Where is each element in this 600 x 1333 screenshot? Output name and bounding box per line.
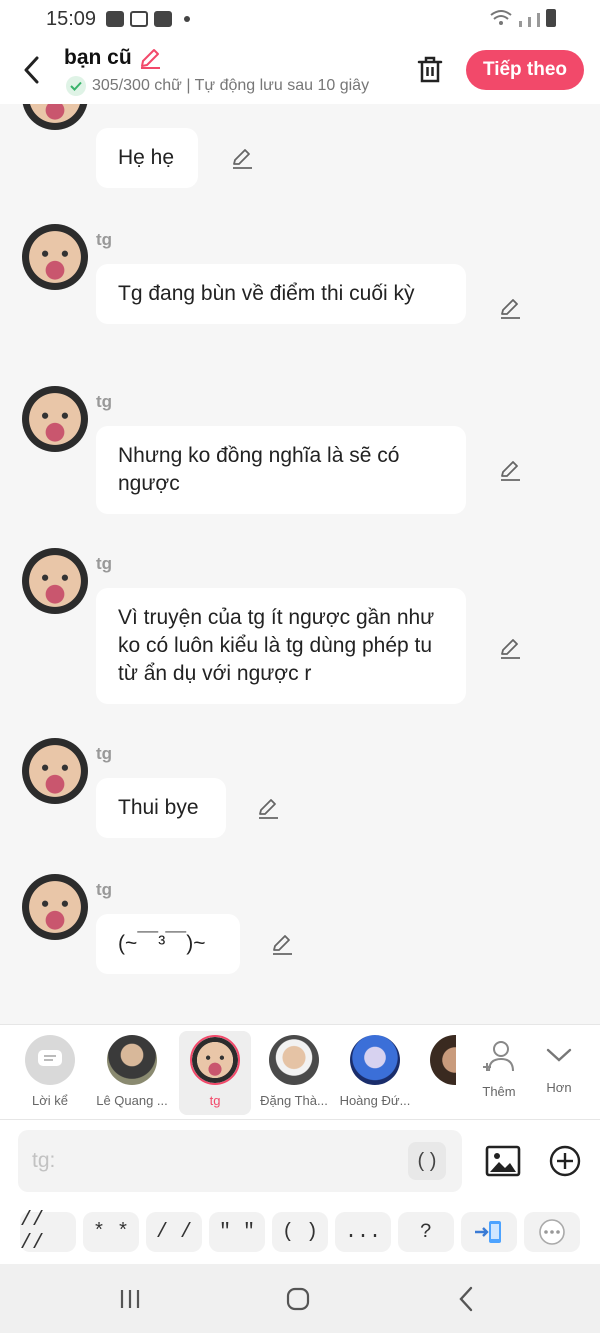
symbol-question-button[interactable]: ? xyxy=(398,1212,454,1252)
character-item[interactable]: Đặng Thà... xyxy=(258,1031,330,1115)
edit-message-icon[interactable] xyxy=(496,634,524,662)
delete-button[interactable] xyxy=(412,52,448,88)
notification-icons xyxy=(106,11,191,27)
editor-header: bạn cũ 305/300 chữ | Tự động lưu sau 10 … xyxy=(0,38,600,104)
character-narrator[interactable]: Lời kể xyxy=(14,1031,86,1115)
pencil-icon[interactable] xyxy=(138,46,162,70)
wifi-icon xyxy=(490,10,512,25)
character-name: tg xyxy=(209,1093,221,1108)
character-item[interactable]: Hoàng Đứ... xyxy=(339,1031,411,1115)
sender-name: tg xyxy=(96,554,113,573)
message-input[interactable] xyxy=(32,1142,402,1180)
status-time: 15:09 xyxy=(46,7,97,30)
avatar xyxy=(107,1035,157,1085)
character-item[interactable]: Lê Quang ... xyxy=(96,1031,168,1115)
phone-icon xyxy=(475,1221,501,1243)
home-icon xyxy=(286,1287,310,1311)
character-item-selected[interactable]: tg xyxy=(179,1031,251,1115)
avatar[interactable] xyxy=(22,738,88,804)
character-name: Lê Quang ... xyxy=(96,1093,168,1108)
avatar[interactable] xyxy=(22,548,88,614)
system-icons xyxy=(489,9,556,27)
symbol-paren-button[interactable]: ( ) xyxy=(272,1212,328,1252)
edit-message-icon[interactable] xyxy=(254,794,282,822)
sender-name: tg xyxy=(96,392,113,411)
plus-circle-icon xyxy=(549,1145,581,1177)
avatar xyxy=(269,1035,319,1085)
story-title[interactable]: bạn cũ xyxy=(64,46,162,70)
next-button[interactable]: Tiếp theo xyxy=(466,50,584,90)
signal-icon xyxy=(519,21,522,27)
more-notifications-icon xyxy=(184,16,191,22)
back-button[interactable] xyxy=(14,52,50,88)
message-bubble[interactable]: Hẹ hẹ xyxy=(96,128,198,188)
image-icon xyxy=(485,1145,521,1177)
character-item-partial[interactable] xyxy=(420,1035,456,1115)
edit-message-icon[interactable] xyxy=(228,144,256,172)
character-name: Hoàng Đứ... xyxy=(339,1093,411,1108)
character-name: Lời kể xyxy=(32,1093,68,1108)
message-bubble[interactable]: Nhưng ko đồng nghĩa là sẽ có ngược xyxy=(96,426,466,514)
capcut-notification-icon xyxy=(130,11,149,27)
edit-message-icon[interactable] xyxy=(496,456,524,484)
edit-message-icon[interactable] xyxy=(268,930,296,958)
edit-message-icon[interactable] xyxy=(496,294,524,322)
sender-name: tg xyxy=(96,744,113,763)
recent-apps-button[interactable] xyxy=(110,1282,150,1316)
symbol-double-slash-button[interactable]: // // xyxy=(20,1209,76,1255)
avatar[interactable] xyxy=(22,386,88,452)
add-character-button[interactable]: Thêm xyxy=(466,1031,532,1115)
status-bar: 15:09 xyxy=(0,0,600,38)
avatar xyxy=(430,1035,456,1085)
parentheses-button[interactable]: ( ) xyxy=(408,1142,446,1180)
avatar[interactable] xyxy=(22,104,88,130)
story-title-text: bạn cũ xyxy=(64,46,132,69)
message-input-box[interactable]: ( ) xyxy=(18,1130,462,1192)
add-character-label: Thêm xyxy=(482,1084,516,1099)
system-back-button[interactable] xyxy=(446,1282,486,1316)
trash-icon xyxy=(417,56,443,83)
phone-sticker-button[interactable] xyxy=(461,1212,517,1252)
add-button[interactable] xyxy=(546,1142,584,1180)
character-selector: Lời kể Lê Quang ... tg Đặng Thà... Hoàng… xyxy=(0,1024,600,1120)
more-characters-button[interactable]: Hơn xyxy=(526,1031,592,1115)
save-status-text: 305/300 chữ | Tự động lưu sau 10 giây xyxy=(92,77,370,94)
avatar xyxy=(350,1035,400,1085)
character-name: Đặng Thà... xyxy=(260,1093,328,1108)
system-nav-bar xyxy=(0,1264,600,1333)
symbol-ellipsis-button[interactable]: ... xyxy=(335,1212,391,1252)
avatar[interactable] xyxy=(22,874,88,940)
symbol-slash-button[interactable]: / / xyxy=(146,1212,202,1252)
composer: ( ) xyxy=(0,1120,600,1202)
sender-name: tg xyxy=(96,230,113,249)
symbol-asterisk-button[interactable]: * * xyxy=(83,1212,139,1252)
recent-apps-icon xyxy=(120,1290,140,1308)
message-bubble[interactable]: Thui bye xyxy=(96,778,226,838)
chevron-down-icon xyxy=(546,1048,572,1062)
check-icon xyxy=(66,76,86,96)
chat-area[interactable]: tg Hẹ hẹ tg Tg đang bùn về điểm thi cuối… xyxy=(0,104,600,1024)
avatar xyxy=(190,1035,240,1085)
save-status: 305/300 chữ | Tự động lưu sau 10 giây xyxy=(66,76,396,96)
back-arrow-icon xyxy=(459,1286,473,1312)
chevron-left-icon xyxy=(24,56,39,84)
more-dots-icon xyxy=(539,1219,565,1245)
message-bubble[interactable]: Tg đang bùn về điểm thi cuối kỳ xyxy=(96,264,466,324)
home-button[interactable] xyxy=(278,1282,318,1316)
message-bubble[interactable]: Vì truyện của tg ít ngược gần như ko có … xyxy=(96,588,466,704)
sender-name: tg xyxy=(96,880,113,899)
symbol-shortcuts: // // * * / / " " ( ) ... ? xyxy=(0,1202,600,1264)
avatar[interactable] xyxy=(22,224,88,290)
gallery-notification-icon xyxy=(106,11,125,27)
insert-image-button[interactable] xyxy=(484,1142,522,1180)
more-characters-label: Hơn xyxy=(546,1080,572,1095)
youtube-notification-icon xyxy=(154,11,173,27)
symbol-quote-button[interactable]: " " xyxy=(209,1212,265,1252)
more-symbols-button[interactable] xyxy=(524,1212,580,1252)
battery-icon xyxy=(546,9,556,27)
message-bubble[interactable]: (~￣³￣)~ xyxy=(96,914,240,974)
add-user-icon xyxy=(483,1041,514,1072)
narrator-icon xyxy=(25,1035,75,1085)
